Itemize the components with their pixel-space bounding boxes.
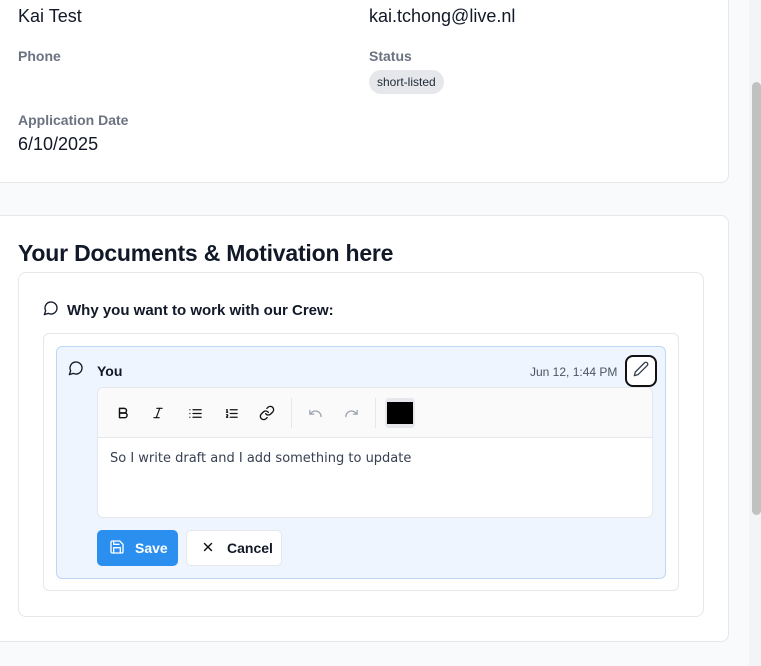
save-button[interactable]: Save (97, 530, 178, 566)
numbered-list-icon[interactable] (219, 401, 243, 425)
save-label: Save (135, 540, 168, 556)
edit-button[interactable] (625, 355, 657, 387)
cancel-button[interactable]: Cancel (186, 530, 282, 566)
redo-icon[interactable] (339, 401, 363, 425)
status-label: Status (369, 48, 412, 64)
text-color-picker[interactable] (385, 398, 415, 428)
phone-label: Phone (18, 48, 61, 64)
pencil-icon (633, 361, 649, 382)
editor-content[interactable]: So I write draft and I add something to … (110, 451, 411, 466)
comment-icon (43, 300, 59, 321)
application-date-value: 6/10/2025 (18, 134, 99, 154)
comment-icon (68, 360, 84, 381)
section-title: Your Documents & Motivation here (18, 240, 394, 266)
bold-icon[interactable] (111, 401, 135, 425)
toolbar-divider (291, 398, 292, 428)
application-date-label: Application Date (18, 112, 129, 128)
comment-author: You (97, 363, 123, 379)
comment-date: Jun 12, 1:44 PM (530, 365, 618, 379)
status-badge: short-listed (369, 70, 444, 94)
rich-text-editor: So I write draft and I add something to … (97, 387, 653, 518)
undo-icon[interactable] (303, 401, 327, 425)
toolbar-divider (375, 398, 376, 428)
color-swatch (387, 402, 413, 424)
link-icon[interactable] (255, 401, 279, 425)
italic-icon[interactable] (146, 401, 170, 425)
email-value: kai.tchong@live.nl (369, 6, 516, 26)
question-label: Why you want to work with our Crew: (67, 302, 334, 319)
profile-card (0, 0, 729, 183)
name-value: Kai Test (18, 6, 82, 26)
cancel-label: Cancel (227, 540, 273, 556)
bullet-list-icon[interactable] (183, 401, 207, 425)
save-icon (109, 539, 125, 558)
scrollbar-thumb[interactable] (752, 82, 761, 515)
close-icon (201, 540, 215, 557)
question-row: Why you want to work with our Crew: (43, 300, 334, 321)
editor-toolbar (98, 388, 652, 438)
